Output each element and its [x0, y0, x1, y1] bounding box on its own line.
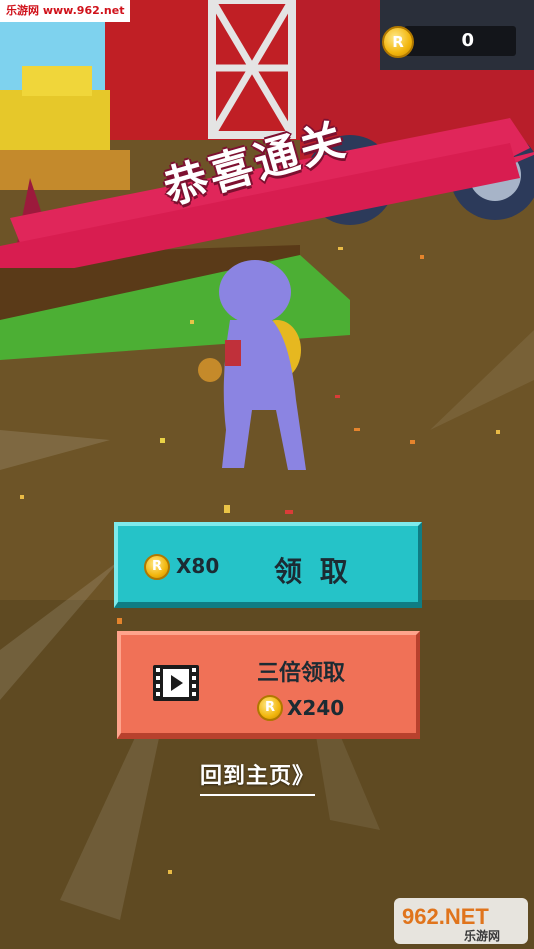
triple-label: 三倍领取	[257, 661, 346, 686]
coin-counter: R 0	[380, 22, 520, 60]
coin-icon: R	[144, 554, 170, 580]
coin-icon: R	[382, 26, 414, 58]
back-home-link[interactable]: 回到主页》	[200, 764, 316, 796]
svg-text:乐游网: 乐游网	[464, 928, 500, 943]
claim-button[interactable]: R X80 领 取	[114, 522, 422, 608]
video-icon	[153, 665, 199, 701]
coin-counter-bar	[404, 26, 516, 56]
claim-amount: X80	[176, 554, 220, 578]
coin-count: 0	[461, 30, 474, 51]
svg-text:962.NET: 962.NET	[402, 904, 489, 929]
site-watermark-logo: 962.NET 乐游网	[394, 898, 528, 944]
coin-icon: R	[257, 695, 283, 721]
claim-label: 领 取	[274, 555, 352, 588]
triple-amount: X240	[287, 696, 345, 720]
triple-claim-button[interactable]: 三倍领取 R X240	[117, 631, 420, 739]
watermark-top-left: 乐游网 www.962.net	[0, 0, 131, 22]
